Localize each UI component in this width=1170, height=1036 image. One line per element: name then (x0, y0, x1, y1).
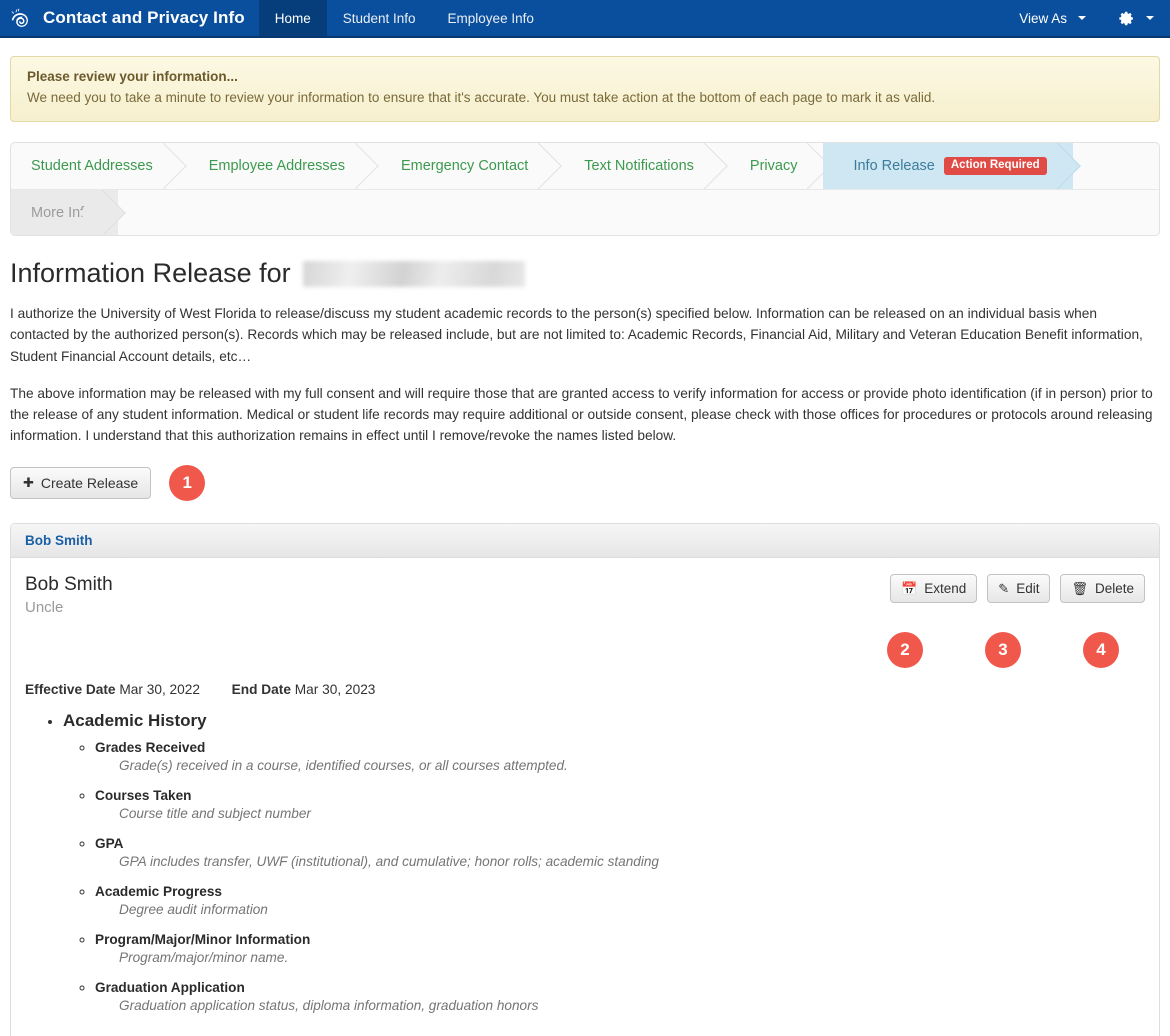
redacted-student-name (302, 260, 525, 287)
person-identity: Bob Smith Uncle (25, 574, 113, 616)
annotation-marker-4: 4 (1083, 631, 1119, 668)
breadcrumb-step-employee-addresses[interactable]: Employee Addresses (179, 143, 371, 189)
pencil-icon: ✎ (998, 580, 1010, 596)
category-title: Academic History (63, 710, 207, 730)
nav-link-student-info[interactable]: Student Info (327, 0, 432, 36)
extend-button[interactable]: 📅 Extend (890, 573, 978, 603)
list-item: GPA GPA includes transfer, UWF (institut… (95, 835, 1145, 869)
brand-title: Contact and Privacy Info (43, 8, 245, 27)
item-desc: Graduation application status, diploma i… (119, 997, 539, 1013)
breadcrumb-step-info-release-label: Info Release (853, 158, 935, 175)
review-alert: Please review your information... We nee… (10, 56, 1160, 123)
breadcrumb-step-emergency-contact[interactable]: Emergency Contact (371, 143, 554, 189)
breadcrumb-row-2: More Info (11, 189, 1159, 236)
release-panel: Bob Smith Bob Smith Uncle 📅 Extend ✎ Edi… (10, 522, 1160, 1036)
annotation-marker-2: 2 (887, 631, 923, 668)
annotation-slot-delete: 4 (1057, 631, 1145, 668)
end-date-value: Mar 30, 2023 (294, 681, 376, 697)
item-desc: Course title and subject number (119, 805, 311, 821)
authorization-paragraph-2: The above information may be released wi… (10, 385, 1153, 444)
breadcrumb-step-info-release[interactable]: Info Release Action Required (823, 143, 1073, 190)
effective-date-value: Mar 30, 2022 (119, 681, 200, 697)
edit-label: Edit (1016, 580, 1040, 596)
effective-date-label: Effective Date (25, 681, 116, 697)
annotation-markers: 2 3 4 (25, 631, 1145, 668)
list-item: Courses Taken Course title and subject n… (95, 787, 1145, 821)
edit-button[interactable]: ✎ Edit (987, 573, 1051, 603)
person-header: Bob Smith Uncle 📅 Extend ✎ Edit 🗑 Delete (25, 573, 1145, 616)
release-category-list: Academic History Grades Received Grade(s… (25, 711, 1145, 1013)
item-desc: Degree audit information (119, 901, 268, 917)
annotation-slot-extend: 2 (861, 631, 949, 668)
list-item: Program/Major/Minor Information Program/… (95, 931, 1145, 965)
chevron-down-icon (1146, 16, 1154, 20)
list-item: Graduation Application Graduation applic… (95, 979, 1145, 1013)
annotation-slot-edit: 3 (959, 631, 1047, 668)
release-panel-header[interactable]: Bob Smith (11, 523, 1159, 558)
nav-link-employee-info[interactable]: Employee Info (432, 0, 550, 36)
delete-label: Delete (1094, 580, 1134, 596)
chevron-down-icon (1078, 16, 1086, 20)
gear-icon (1118, 10, 1135, 27)
create-release-button[interactable]: ✚ Create Release (10, 466, 152, 499)
item-title: Graduation Application (95, 979, 245, 995)
status-badge: Action Required (943, 156, 1047, 176)
breadcrumb: Student Addresses Employee Addresses Eme… (10, 142, 1160, 237)
breadcrumb-step-privacy[interactable]: Privacy (720, 143, 824, 189)
release-category: Academic History Grades Received Grade(s… (63, 711, 1145, 1013)
nav-link-home[interactable]: Home (258, 0, 327, 36)
calendar-icon: 📅 (901, 580, 918, 596)
view-as-label: View As (1019, 10, 1067, 26)
person-relationship: Uncle (25, 598, 64, 616)
nav-links: Home Student Info Employee Info (258, 0, 550, 36)
end-date-label: End Date (231, 681, 291, 697)
view-as-dropdown[interactable]: View As (1003, 0, 1102, 36)
item-title: Academic Progress (95, 883, 222, 899)
top-navbar: Contact and Privacy Info Home Student In… (0, 0, 1170, 38)
item-title: Program/Major/Minor Information (95, 931, 311, 947)
extend-label: Extend (924, 580, 967, 596)
item-title: GPA (95, 835, 124, 851)
alert-title: Please review your information... (27, 69, 238, 84)
main-content: Information Release for I authorize the … (0, 258, 1170, 501)
delete-button[interactable]: 🗑 Delete (1060, 573, 1145, 603)
settings-dropdown[interactable] (1102, 0, 1170, 36)
page-title-prefix: Information Release for (10, 258, 291, 289)
breadcrumb-row-1: Student Addresses Employee Addresses Eme… (11, 143, 1159, 190)
page-title: Information Release for (10, 258, 1160, 289)
release-panel-body: Bob Smith Uncle 📅 Extend ✎ Edit 🗑 Delete (11, 558, 1159, 1036)
person-name: Bob Smith (25, 573, 113, 595)
plus-icon: ✚ (23, 475, 34, 491)
nautilus-shell-logo-icon (8, 5, 34, 31)
create-release-label: Create Release (40, 474, 139, 491)
annotation-marker-3: 3 (985, 631, 1021, 668)
date-range: Effective Date Mar 30, 2022 End Date Mar… (25, 682, 1145, 697)
item-title: Grades Received (95, 739, 206, 755)
item-title: Courses Taken (95, 787, 192, 803)
create-release-row: ✚ Create Release 1 (10, 464, 1160, 501)
alert-text: We need you to take a minute to review y… (27, 90, 936, 105)
breadcrumb-step-more-info[interactable]: More Info (11, 190, 119, 236)
breadcrumb-step-text-notifications[interactable]: Text Notifications (554, 143, 720, 189)
item-desc: Grade(s) received in a course, identifie… (119, 757, 568, 773)
authorization-paragraph-1: I authorize the University of West Flori… (10, 306, 1143, 364)
breadcrumb-step-student-addresses[interactable]: Student Addresses (11, 143, 179, 189)
item-desc: Program/major/minor name. (119, 949, 289, 965)
trash-icon: 🗑 (1071, 580, 1088, 596)
release-actions: 📅 Extend ✎ Edit 🗑 Delete (890, 573, 1145, 603)
list-item: Grades Received Grade(s) received in a c… (95, 739, 1145, 773)
item-desc: GPA includes transfer, UWF (institutiona… (119, 853, 659, 869)
nav-right: View As (1003, 0, 1170, 36)
list-item: Academic Progress Degree audit informati… (95, 883, 1145, 917)
annotation-marker-1: 1 (169, 464, 206, 501)
brand[interactable]: Contact and Privacy Info (0, 0, 259, 36)
release-item-list: Grades Received Grade(s) received in a c… (63, 739, 1145, 1013)
